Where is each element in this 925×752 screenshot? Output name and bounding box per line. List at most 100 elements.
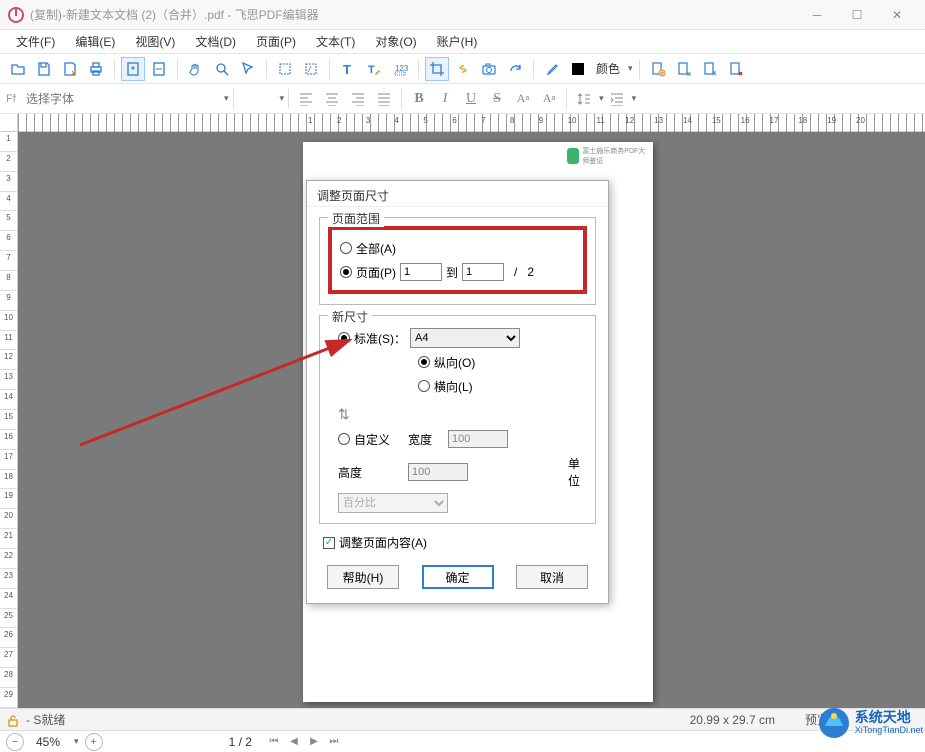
format-toolbar: Ff ▾ ▾ B I U S Aa Aa ▾ ▾: [0, 84, 925, 114]
width-label: 宽度: [408, 431, 448, 448]
height-input[interactable]: [408, 463, 468, 481]
crop-icon[interactable]: [425, 57, 449, 81]
menu-text[interactable]: 文本(T): [306, 30, 365, 53]
font-icon: Ff: [6, 93, 22, 105]
prev-page-button[interactable]: ◀: [286, 734, 302, 750]
radio-standard[interactable]: [338, 332, 350, 344]
page-extract-icon[interactable]: [698, 57, 722, 81]
text-icon[interactable]: T: [336, 57, 360, 81]
radio-all[interactable]: [340, 242, 352, 254]
menu-document[interactable]: 文档(D): [185, 30, 246, 53]
color-dropdown-icon[interactable]: ▾: [628, 63, 633, 74]
font-dropdown-icon[interactable]: ▾: [224, 93, 229, 104]
help-button[interactable]: 帮助(H): [327, 565, 399, 589]
status-bar: - S就绪 20.99 x 29.7 cm 预览: [0, 708, 925, 730]
hand-icon[interactable]: [184, 57, 208, 81]
watermark-icon: [817, 706, 851, 740]
lineheight-icon[interactable]: [571, 88, 597, 110]
zoom-icon[interactable]: [210, 57, 234, 81]
align-center-icon[interactable]: [319, 88, 345, 110]
to-label: 到: [446, 264, 458, 281]
zoom-value[interactable]: 45%: [30, 735, 66, 749]
new-size-legend: 新尺寸: [328, 308, 372, 325]
indent-icon[interactable]: [604, 88, 630, 110]
page-delete-icon[interactable]: [724, 57, 748, 81]
align-right-icon[interactable]: [345, 88, 371, 110]
page-to-input[interactable]: [462, 263, 504, 281]
page-number[interactable]: 1 / 2: [229, 735, 252, 749]
radio-pages[interactable]: [340, 266, 352, 278]
adjust-content-checkbox[interactable]: ✓: [323, 537, 335, 549]
zoom-dropdown-icon[interactable]: ▾: [74, 736, 79, 747]
close-button[interactable]: ✕: [877, 3, 917, 27]
link-icon[interactable]: [451, 57, 475, 81]
app-icon: [8, 7, 24, 23]
maximize-button[interactable]: ☐: [837, 3, 877, 27]
unit-select[interactable]: 百分比: [338, 493, 448, 513]
page-badge: 富士施乐商务PDF大师鉴证: [567, 148, 647, 164]
radio-portrait[interactable]: [418, 356, 430, 368]
align-left-icon[interactable]: [293, 88, 319, 110]
saveas-icon[interactable]: [58, 57, 82, 81]
indent-dropdown-icon[interactable]: ▾: [632, 93, 637, 104]
fontsize-select[interactable]: [238, 88, 278, 110]
svg-text:T: T: [343, 62, 351, 77]
separator: [114, 59, 115, 79]
radio-landscape[interactable]: [418, 380, 430, 392]
ok-button[interactable]: 确定: [422, 565, 494, 589]
italic-icon[interactable]: I: [432, 88, 458, 110]
color-swatch-icon[interactable]: [566, 57, 590, 81]
font-select[interactable]: [22, 88, 222, 110]
bold-icon[interactable]: B: [406, 88, 432, 110]
separator: [288, 89, 289, 109]
eyedropper-icon[interactable]: [540, 57, 564, 81]
superscript-icon[interactable]: Aa: [510, 88, 536, 110]
page-add-icon[interactable]: [672, 57, 696, 81]
cancel-button[interactable]: 取消: [516, 565, 588, 589]
save-icon[interactable]: [32, 57, 56, 81]
watermark-title: 系统天地: [855, 710, 923, 725]
fontsize-dropdown-icon[interactable]: ▾: [280, 93, 285, 104]
subscript-icon[interactable]: Aa: [536, 88, 562, 110]
text-edit-icon[interactable]: T: [362, 57, 386, 81]
minimize-button[interactable]: ─: [797, 3, 837, 27]
redo-icon[interactable]: [503, 57, 527, 81]
title-bar: (复制)-新建文本文档 (2)（合并）.pdf - 飞思PDF编辑器 ─ ☐ ✕: [0, 0, 925, 30]
last-page-button[interactable]: ⏭: [326, 734, 342, 750]
badge-icon: [567, 148, 579, 164]
menu-view[interactable]: 视图(V): [125, 30, 185, 53]
radio-landscape-label: 横向(L): [434, 378, 473, 395]
fit-width-icon[interactable]: [147, 57, 171, 81]
paper-select[interactable]: A4: [410, 328, 520, 348]
radio-standard-label: 标准(S)：: [354, 330, 406, 347]
first-page-button[interactable]: ⏮: [266, 734, 282, 750]
text-vertical-icon[interactable]: 123: [388, 57, 412, 81]
menu-edit[interactable]: 编辑(E): [65, 30, 125, 53]
clip-icon[interactable]: [299, 57, 323, 81]
menu-account[interactable]: 账户(H): [427, 30, 488, 53]
camera-icon[interactable]: [477, 57, 501, 81]
menu-bar: 文件(F) 编辑(E) 视图(V) 文档(D) 页面(P) 文本(T) 对象(O…: [0, 30, 925, 54]
select-icon[interactable]: [236, 57, 260, 81]
menu-page[interactable]: 页面(P): [246, 30, 306, 53]
page-from-input[interactable]: [400, 263, 442, 281]
align-justify-icon[interactable]: [371, 88, 397, 110]
separator: [418, 59, 419, 79]
radio-custom[interactable]: [338, 433, 350, 445]
menu-object[interactable]: 对象(O): [365, 30, 426, 53]
width-input[interactable]: [448, 430, 508, 448]
swap-icon[interactable]: ⇅: [338, 406, 408, 423]
separator: [566, 89, 567, 109]
underline-icon[interactable]: U: [458, 88, 484, 110]
next-page-button[interactable]: ▶: [306, 734, 322, 750]
fit-page-icon[interactable]: [121, 57, 145, 81]
open-icon[interactable]: [6, 57, 30, 81]
menu-file[interactable]: 文件(F): [6, 30, 65, 53]
zoom-in-button[interactable]: +: [85, 733, 103, 751]
page-insert-icon[interactable]: [646, 57, 670, 81]
strike-icon[interactable]: S: [484, 88, 510, 110]
zoom-out-button[interactable]: −: [6, 733, 24, 751]
print-icon[interactable]: [84, 57, 108, 81]
separator: [233, 89, 234, 109]
select-rect-icon[interactable]: [273, 57, 297, 81]
